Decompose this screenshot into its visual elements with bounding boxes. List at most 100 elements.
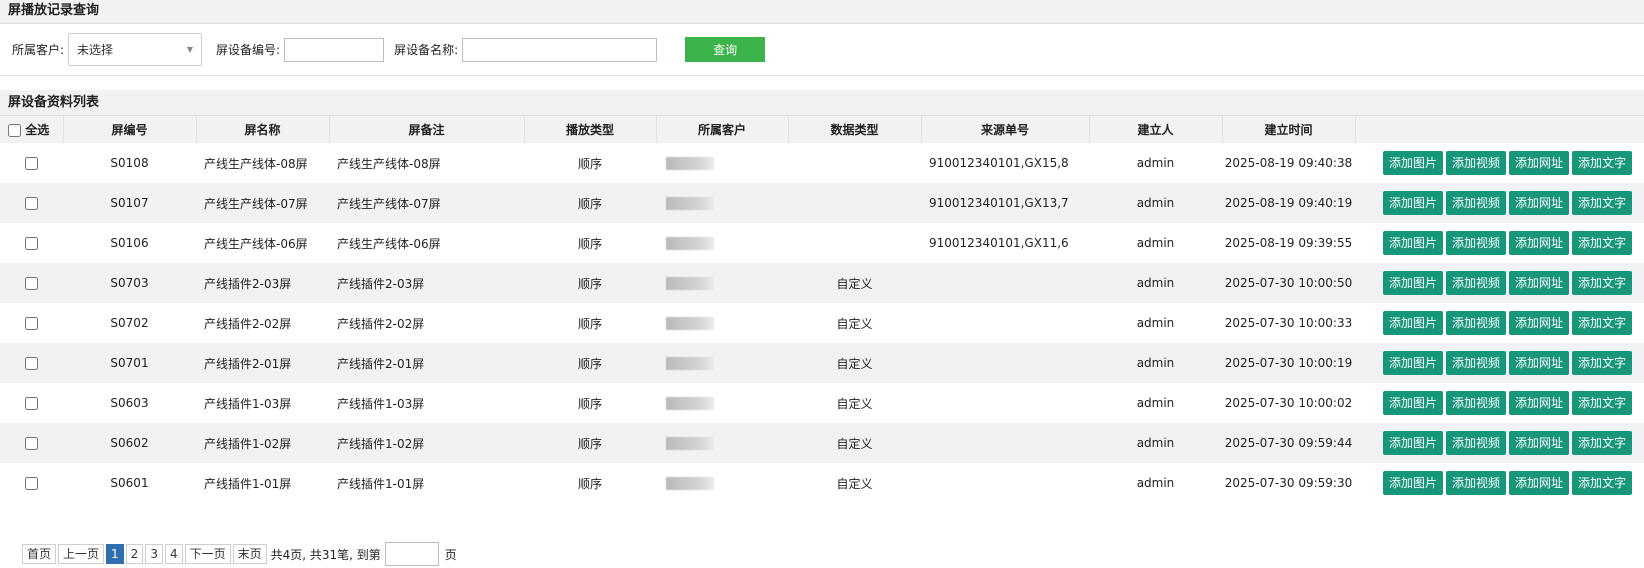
cell-actions: 添加图片 添加视频 添加网址 添加文字	[1355, 463, 1644, 503]
redacted-customer	[666, 157, 714, 170]
add-image-button[interactable]: 添加图片	[1383, 191, 1444, 215]
add-image-button[interactable]: 添加图片	[1383, 231, 1444, 255]
add-url-button[interactable]: 添加网址	[1509, 271, 1570, 295]
header-data-type: 数据类型	[788, 116, 922, 143]
cell-data-type: 自定义	[788, 343, 921, 383]
select-all-checkbox[interactable]	[8, 124, 21, 137]
page-title: 屏播放记录查询	[0, 0, 1644, 24]
prev-page-button[interactable]: 上一页	[58, 544, 105, 564]
add-url-button[interactable]: 添加网址	[1509, 311, 1570, 335]
cell-device-name: 产线生产线体-07屏	[196, 183, 329, 223]
add-text-button[interactable]: 添加文字	[1572, 231, 1633, 255]
cell-device-note: 产线生产线体-08屏	[337, 156, 441, 171]
cell-creator: admin	[1136, 316, 1175, 330]
redacted-customer	[666, 437, 714, 450]
add-url-button[interactable]: 添加网址	[1509, 191, 1570, 215]
cell-play-type: 顺序	[524, 423, 656, 463]
row-cell-check	[0, 423, 63, 463]
cell-customer	[656, 383, 788, 423]
add-text-button[interactable]: 添加文字	[1572, 431, 1633, 455]
add-url-button[interactable]: 添加网址	[1509, 151, 1570, 175]
cell-data-type: 自定义	[788, 423, 921, 463]
cell-created-time: 2025-07-30 09:59:44	[1222, 423, 1355, 463]
row-checkbox[interactable]	[25, 477, 38, 490]
add-video-button[interactable]: 添加视频	[1446, 471, 1507, 495]
cell-creator: admin	[1089, 343, 1222, 383]
query-button[interactable]: 查询	[685, 37, 766, 62]
row-checkbox[interactable]	[25, 277, 38, 290]
cell-device-no: S0602	[63, 423, 196, 463]
row-checkbox[interactable]	[25, 197, 38, 210]
page-2-button[interactable]: 2	[125, 544, 144, 564]
pagination: 首页 上一页 1 2 3 4 下一页 末页 共4页, 共31笔, 到第 页	[22, 542, 457, 566]
cell-device-note: 产线插件1-01屏	[337, 476, 425, 491]
add-video-button[interactable]: 添加视频	[1446, 311, 1507, 335]
add-text-button[interactable]: 添加文字	[1572, 471, 1633, 495]
cell-created-time: 2025-07-30 09:59:30	[1224, 476, 1353, 490]
add-url-button[interactable]: 添加网址	[1509, 431, 1570, 455]
cell-actions: 添加图片 添加视频 添加网址 添加文字	[1355, 343, 1644, 383]
add-image-button[interactable]: 添加图片	[1383, 391, 1444, 415]
cell-source-no	[921, 343, 1089, 383]
row-checkbox[interactable]	[25, 397, 38, 410]
add-video-button[interactable]: 添加视频	[1446, 151, 1507, 175]
redacted-customer	[666, 477, 714, 490]
cell-created-time: 2025-07-30 10:00:50	[1222, 263, 1355, 303]
device-name-input[interactable]	[462, 37, 658, 62]
goto-page-input[interactable]	[384, 542, 439, 566]
cell-device-name: 产线插件1-03屏	[204, 396, 292, 411]
add-url-button[interactable]: 添加网址	[1509, 231, 1570, 255]
add-video-button[interactable]: 添加视频	[1446, 271, 1507, 295]
page-1-button[interactable]: 1	[106, 544, 124, 564]
add-image-button[interactable]: 添加图片	[1383, 431, 1444, 455]
last-page-button[interactable]: 末页	[232, 544, 267, 564]
row-checkbox[interactable]	[25, 237, 38, 250]
customer-select[interactable]: 未选择 ▼	[68, 33, 203, 66]
table-header-row: 全选 屏编号 屏名称 屏备注 播放类型 所属客户 数据类型 来源单号 建立人 建…	[0, 116, 1644, 143]
add-image-button[interactable]: 添加图片	[1383, 471, 1444, 495]
cell-source-no	[921, 303, 1089, 343]
row-checkbox[interactable]	[25, 157, 38, 170]
add-url-button[interactable]: 添加网址	[1509, 351, 1570, 375]
cell-device-note: 产线生产线体-06屏	[337, 236, 441, 251]
add-image-button[interactable]: 添加图片	[1383, 151, 1444, 175]
cell-source-no	[921, 263, 1089, 303]
add-url-button[interactable]: 添加网址	[1509, 471, 1570, 495]
add-image-button[interactable]: 添加图片	[1383, 311, 1444, 335]
add-image-button[interactable]: 添加图片	[1383, 271, 1444, 295]
cell-customer	[656, 143, 788, 183]
add-text-button[interactable]: 添加文字	[1572, 151, 1633, 175]
add-video-button[interactable]: 添加视频	[1446, 191, 1507, 215]
cell-device-no: S0106	[110, 236, 149, 250]
cell-device-no: S0108	[110, 156, 149, 170]
page-info: 共4页, 共31笔, 到第	[270, 547, 381, 562]
add-video-button[interactable]: 添加视频	[1446, 431, 1507, 455]
row-checkbox[interactable]	[25, 357, 38, 370]
add-text-button[interactable]: 添加文字	[1572, 271, 1633, 295]
add-video-button[interactable]: 添加视频	[1446, 231, 1507, 255]
cell-data-type	[788, 143, 921, 183]
first-page-button[interactable]: 首页	[22, 544, 57, 564]
cell-created-time: 2025-07-30 10:00:19	[1222, 343, 1355, 383]
table-row: S0603 产线插件1-03屏 产线插件1-03屏 顺序 自定义 admin 2025-07…	[0, 383, 1644, 423]
add-video-button[interactable]: 添加视频	[1446, 391, 1507, 415]
add-url-button[interactable]: 添加网址	[1509, 391, 1570, 415]
add-text-button[interactable]: 添加文字	[1572, 351, 1633, 375]
next-page-button[interactable]: 下一页	[184, 544, 231, 564]
cell-data-type: 自定义	[836, 316, 873, 331]
add-text-button[interactable]: 添加文字	[1572, 191, 1633, 215]
page-4-button[interactable]: 4	[164, 544, 183, 564]
cell-created-time: 2025-08-19 09:40:38	[1224, 156, 1353, 170]
add-text-button[interactable]: 添加文字	[1572, 391, 1633, 415]
cell-play-type: 顺序	[524, 263, 656, 303]
row-checkbox[interactable]	[25, 317, 38, 330]
add-video-button[interactable]: 添加视频	[1446, 351, 1507, 375]
cell-source-no: 910012340101,GX11,6	[929, 236, 1069, 250]
add-text-button[interactable]: 添加文字	[1572, 311, 1633, 335]
page-3-button[interactable]: 3	[145, 544, 163, 564]
add-image-button[interactable]: 添加图片	[1383, 351, 1444, 375]
row-checkbox[interactable]	[25, 437, 38, 450]
table-row: S0702 产线插件2-02屏 产线插件2-02屏 顺序 自定义 admin 2025-07…	[0, 303, 1644, 343]
device-no-input[interactable]	[284, 37, 385, 62]
